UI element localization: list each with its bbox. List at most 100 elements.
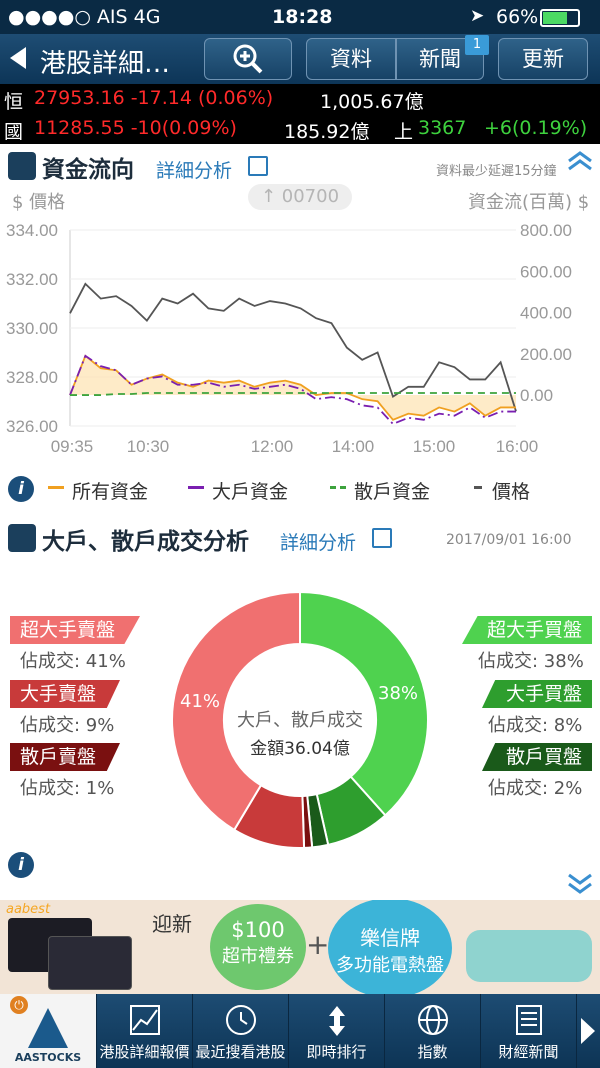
delay-note: 資料最少延遲15分鐘 [436,164,557,179]
retail-sell-share: 佔成交: 1% [20,778,115,799]
x-tick-label: 15:00 [413,437,456,456]
trade-analysis-title: 大戶、散戶成交分析 [42,529,249,555]
data-button[interactable]: 資料 [306,38,396,80]
index-ticker: 恒 27953.16 -17.14 (0.06%) 1,005.67億 國 11… [0,84,600,144]
ad-brand: aabest [6,902,51,917]
credit-card-image [48,936,132,990]
tab-hk-quote[interactable]: 港股詳細報價 [96,994,192,1068]
tab-label: 最近搜看港股 [195,1043,286,1061]
globe-icon [417,1005,448,1035]
legend-mark-all [48,486,64,489]
power-icon[interactable]: ⏻ [10,996,28,1014]
shanghai-label: 上 [394,121,414,143]
large-sell-tag: 大手賣盤 [10,680,120,708]
coupon-amount: $100 [231,918,285,942]
large-buy-tag: 大手買盤 [482,680,592,708]
ad-text-welcome: 迎新 [152,912,192,936]
x-tick-label: 10:30 [127,437,170,456]
location-arrow-icon: ➤ [470,6,485,26]
hsi-quote: 27953.16 -17.14 (0.06%) [34,87,274,109]
x-tick-label: 12:00 [251,437,294,456]
fund-flow-title: 資金流向 [42,157,134,183]
trade-analysis-icon [8,524,36,552]
large-buy-share: 佔成交: 8% [488,715,583,736]
export-icon[interactable] [248,156,268,176]
ad-banner[interactable]: aabest 迎新 $100 超市禮券 + 樂信牌 多功能電熱盤 [0,900,600,994]
x-tick-label: 16:00 [496,437,539,456]
x-tick-label: 14:00 [332,437,375,456]
stock-code-pill[interactable]: ↑ 00700 [248,184,352,210]
super-buy-tag: 超大手買盤 [462,616,592,644]
clock-icon [225,1005,256,1035]
battery-percent: 66% [496,6,539,28]
y-left-tick-label: 330.00 [6,319,58,338]
news-button[interactable]: 新聞 1 [396,35,489,80]
y-right-tick-label: 400.00 [520,304,572,323]
export-icon[interactable] [372,528,392,548]
large-sell-share: 佔成交: 9% [20,715,115,736]
tab-ranking[interactable]: 即時排行 [288,994,384,1068]
y-left-tick-label: 334.00 [6,221,58,240]
donut-label-buy: 38% [378,683,419,704]
trade-analysis-detail-link[interactable]: 詳細分析 [280,528,356,555]
shanghai-value: 3367 [418,117,467,139]
fund-flow-chart: 334.00 332.00 330.00 328.00 326.00 800.00 600.… [6,221,572,456]
gift-bubble: 樂信牌 多功能電熱盤 [328,900,452,994]
trade-analysis-timestamp: 2017/09/01 16:00 [446,532,572,548]
legend-mark-price [474,486,482,489]
carrier-label: ●●●●○ AIS 4G [8,6,161,28]
fund-flow-icon [8,152,36,180]
hsi-name: 恒 [4,91,24,113]
fund-flow-legend: i 所有資金 大戶資金 散戶資金 價格 [0,472,600,506]
hotplate-image [466,930,592,982]
tab-label: 財經新聞 [498,1043,559,1061]
trade-analysis-header: 大戶、散戶成交分析 詳細分析 2017/09/01 16:00 [0,520,600,556]
legend-mark-large [188,486,204,489]
tab-index[interactable]: 指數 [384,994,480,1068]
status-bar: ●●●●○ AIS 4G 18:28 ➤ 66% [0,0,600,34]
collapse-chevron-icon[interactable] [566,150,594,172]
tab-label: 港股詳細報價 [99,1043,190,1061]
hscei-quote: 11285.55 -10(0.09%) [34,117,237,139]
fund-flow-header: 資金流向 詳細分析 資料最少延遲15分鐘 [0,148,600,184]
tab-news[interactable]: 財經新聞 [480,994,576,1068]
coupon-text: 超市禮券 [222,946,294,967]
hscei-turnover: 185.92億 [284,121,370,143]
tab-label: 即時排行 [306,1043,367,1061]
retail-buy-tag: 散戶買盤 [482,743,592,771]
y-left-tick-label: 332.00 [6,270,58,289]
donut-center-amount: 金額36.04億 [250,739,350,759]
tab-label: 指數 [417,1043,448,1061]
tab-recent[interactable]: 最近搜看港股 [192,994,288,1068]
super-sell-share: 佔成交: 41% [20,651,126,672]
retail-buy-share: 佔成交: 2% [488,778,583,799]
legend-large-funds: 大戶資金 [212,481,289,503]
ad-plus: + [306,928,330,961]
refresh-button[interactable]: 更新 [498,38,588,80]
donut-label-sell: 41% [180,691,221,712]
info-icon[interactable]: i [8,476,34,502]
retail-sell-tag: 散戶賣盤 [10,743,120,771]
chart-icon [129,1005,160,1035]
tab-more-arrow[interactable] [576,994,600,1068]
legend-price: 價格 [492,481,531,503]
flow-axis-label: 資金流(百萬) $ [468,192,590,213]
info-icon[interactable]: i [8,852,34,878]
expand-chevron-icon[interactable] [566,872,594,896]
clock: 18:28 [272,6,333,28]
tab-label: AASTOCKS [14,1051,82,1064]
y-right-tick-label: 0.00 [520,386,553,405]
page-title: 港股詳細… [40,49,171,79]
back-arrow-icon[interactable] [10,47,26,69]
aastocks-logo-icon [28,1008,68,1048]
battery-icon [540,9,580,27]
y-right-tick-label: 200.00 [520,345,572,364]
zoom-button[interactable] [204,38,292,80]
tab-aastocks[interactable]: ⏻ AASTOCKS [0,994,96,1068]
newspaper-icon [515,1005,542,1035]
super-sell-tag: 超大手賣盤 [10,616,140,644]
bottom-tab-bar: ⏻ AASTOCKS 港股詳細報價 最近搜看港股 即時排行 指數 財經新聞 [0,994,600,1068]
chevron-right-icon [581,1018,595,1044]
fund-flow-detail-link[interactable]: 詳細分析 [156,156,232,183]
y-right-tick-label: 600.00 [520,262,572,281]
